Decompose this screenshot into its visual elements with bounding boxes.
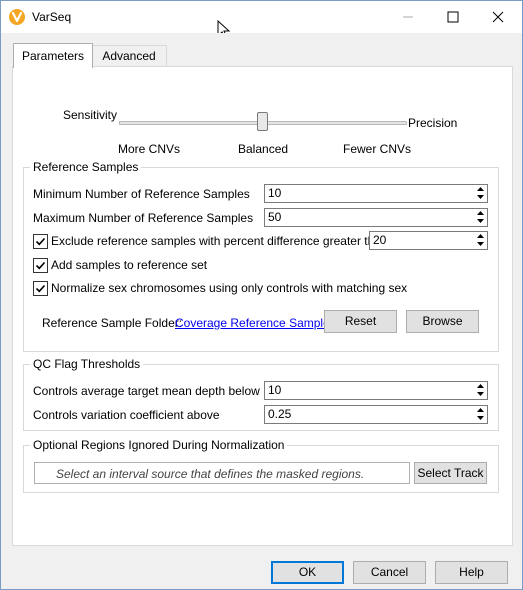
mean-depth-value: 10 [268,383,282,397]
browse-button[interactable]: Browse [406,310,479,333]
mean-depth-spinner[interactable]: 10 [264,381,488,400]
window-title: VarSeq [32,10,72,24]
qc-thresholds-title: QC Flag Thresholds [30,357,144,371]
sensitivity-slider-thumb[interactable] [257,112,268,131]
dialog-button-bar: OK Cancel Help [1,551,522,589]
reset-button[interactable]: Reset [324,310,397,333]
variation-coefficient-label: Controls variation coefficient above [33,408,220,422]
cancel-button[interactable]: Cancel [353,561,426,584]
reference-samples-title: Reference Samples [30,160,142,174]
min-ref-samples-spinner[interactable]: 10 [264,184,488,203]
spinner-down-button[interactable] [475,194,486,201]
checkmark-icon [35,261,46,270]
min-ref-samples-label: Minimum Number of Reference Samples [33,187,250,201]
checkmark-icon [35,284,46,293]
optional-regions-title: Optional Regions Ignored During Normaliz… [30,438,288,452]
add-samples-label: Add samples to reference set [51,258,208,272]
sensitivity-label: Sensitivity [63,108,118,122]
max-ref-samples-value: 50 [268,210,282,224]
spinner-up-button[interactable] [475,210,486,217]
masked-regions-placeholder: Select an interval source that defines t… [56,467,365,481]
qc-thresholds-group: QC Flag Thresholds Controls average targ… [23,357,499,431]
variation-coefficient-spinner[interactable]: 0.25 [264,405,488,424]
spinner-up-button[interactable] [475,233,486,240]
variation-coefficient-value: 0.25 [268,407,292,421]
arrow-up-icon [477,384,484,388]
arrow-down-icon [477,416,484,420]
dialog-client: Parameters Advanced Sensitivity Precisio… [1,33,522,589]
tick-fewer-cnvs: Fewer CNVs [343,142,412,156]
arrow-up-icon [477,211,484,215]
masked-regions-track-field[interactable]: Select an interval source that defines t… [34,462,410,484]
help-button[interactable]: Help [435,561,508,584]
spinner-up-button[interactable] [475,407,486,414]
spinner-up-button[interactable] [475,383,486,390]
spinner-down-button[interactable] [475,218,486,225]
exclude-percent-spinner[interactable]: 20 [369,231,488,250]
checkmark-icon [35,237,46,246]
add-samples-checkbox[interactable] [33,258,48,273]
tick-more-cnvs: More CNVs [118,142,181,156]
close-icon [492,11,504,23]
arrow-down-icon [477,242,484,246]
maximize-button[interactable] [431,1,477,33]
exclude-percent-value: 20 [373,233,387,247]
arrow-up-icon [477,187,484,191]
select-track-button[interactable]: Select Track [414,462,487,484]
close-button[interactable] [476,1,522,33]
reference-folder-label: Reference Sample Folder: [42,316,183,330]
spinner-down-button[interactable] [475,241,486,248]
exclude-samples-label: Exclude reference samples with percent d… [51,234,388,248]
arrow-down-icon [477,195,484,199]
spinner-down-button[interactable] [475,415,486,422]
varseq-logo-icon [9,9,25,25]
min-ref-samples-value: 10 [268,186,282,200]
max-ref-samples-spinner[interactable]: 50 [264,208,488,227]
reference-samples-group: Reference Samples Minimum Number of Refe… [23,160,499,352]
dialog-window: VarSeq Parameters Advanced Sensitivity P… [0,0,523,590]
tab-parameters[interactable]: Parameters [13,43,93,68]
minimize-button[interactable] [386,1,432,33]
spinner-up-button[interactable] [475,186,486,193]
arrow-down-icon [477,392,484,396]
parameters-panel: Sensitivity Precision More CNVs Balanced… [12,66,513,546]
tab-advanced[interactable]: Advanced [91,45,167,67]
minimize-icon [403,16,413,18]
normalize-sex-label: Normalize sex chromosomes using only con… [51,281,408,295]
arrow-up-icon [477,234,484,238]
title-bar: VarSeq [1,1,522,40]
max-ref-samples-label: Maximum Number of Reference Samples [33,211,254,225]
spinner-down-button[interactable] [475,391,486,398]
exclude-samples-checkbox[interactable] [33,234,48,249]
arrow-down-icon [477,219,484,223]
ok-button[interactable]: OK [271,561,344,584]
tick-balanced: Balanced [238,142,289,156]
reference-folder-link[interactable]: Coverage Reference Samples [175,316,336,330]
mean-depth-label: Controls average target mean depth below [33,384,260,398]
normalize-sex-checkbox[interactable] [33,281,48,296]
maximize-icon [447,11,459,23]
arrow-up-icon [477,408,484,412]
precision-label: Precision [408,116,458,130]
